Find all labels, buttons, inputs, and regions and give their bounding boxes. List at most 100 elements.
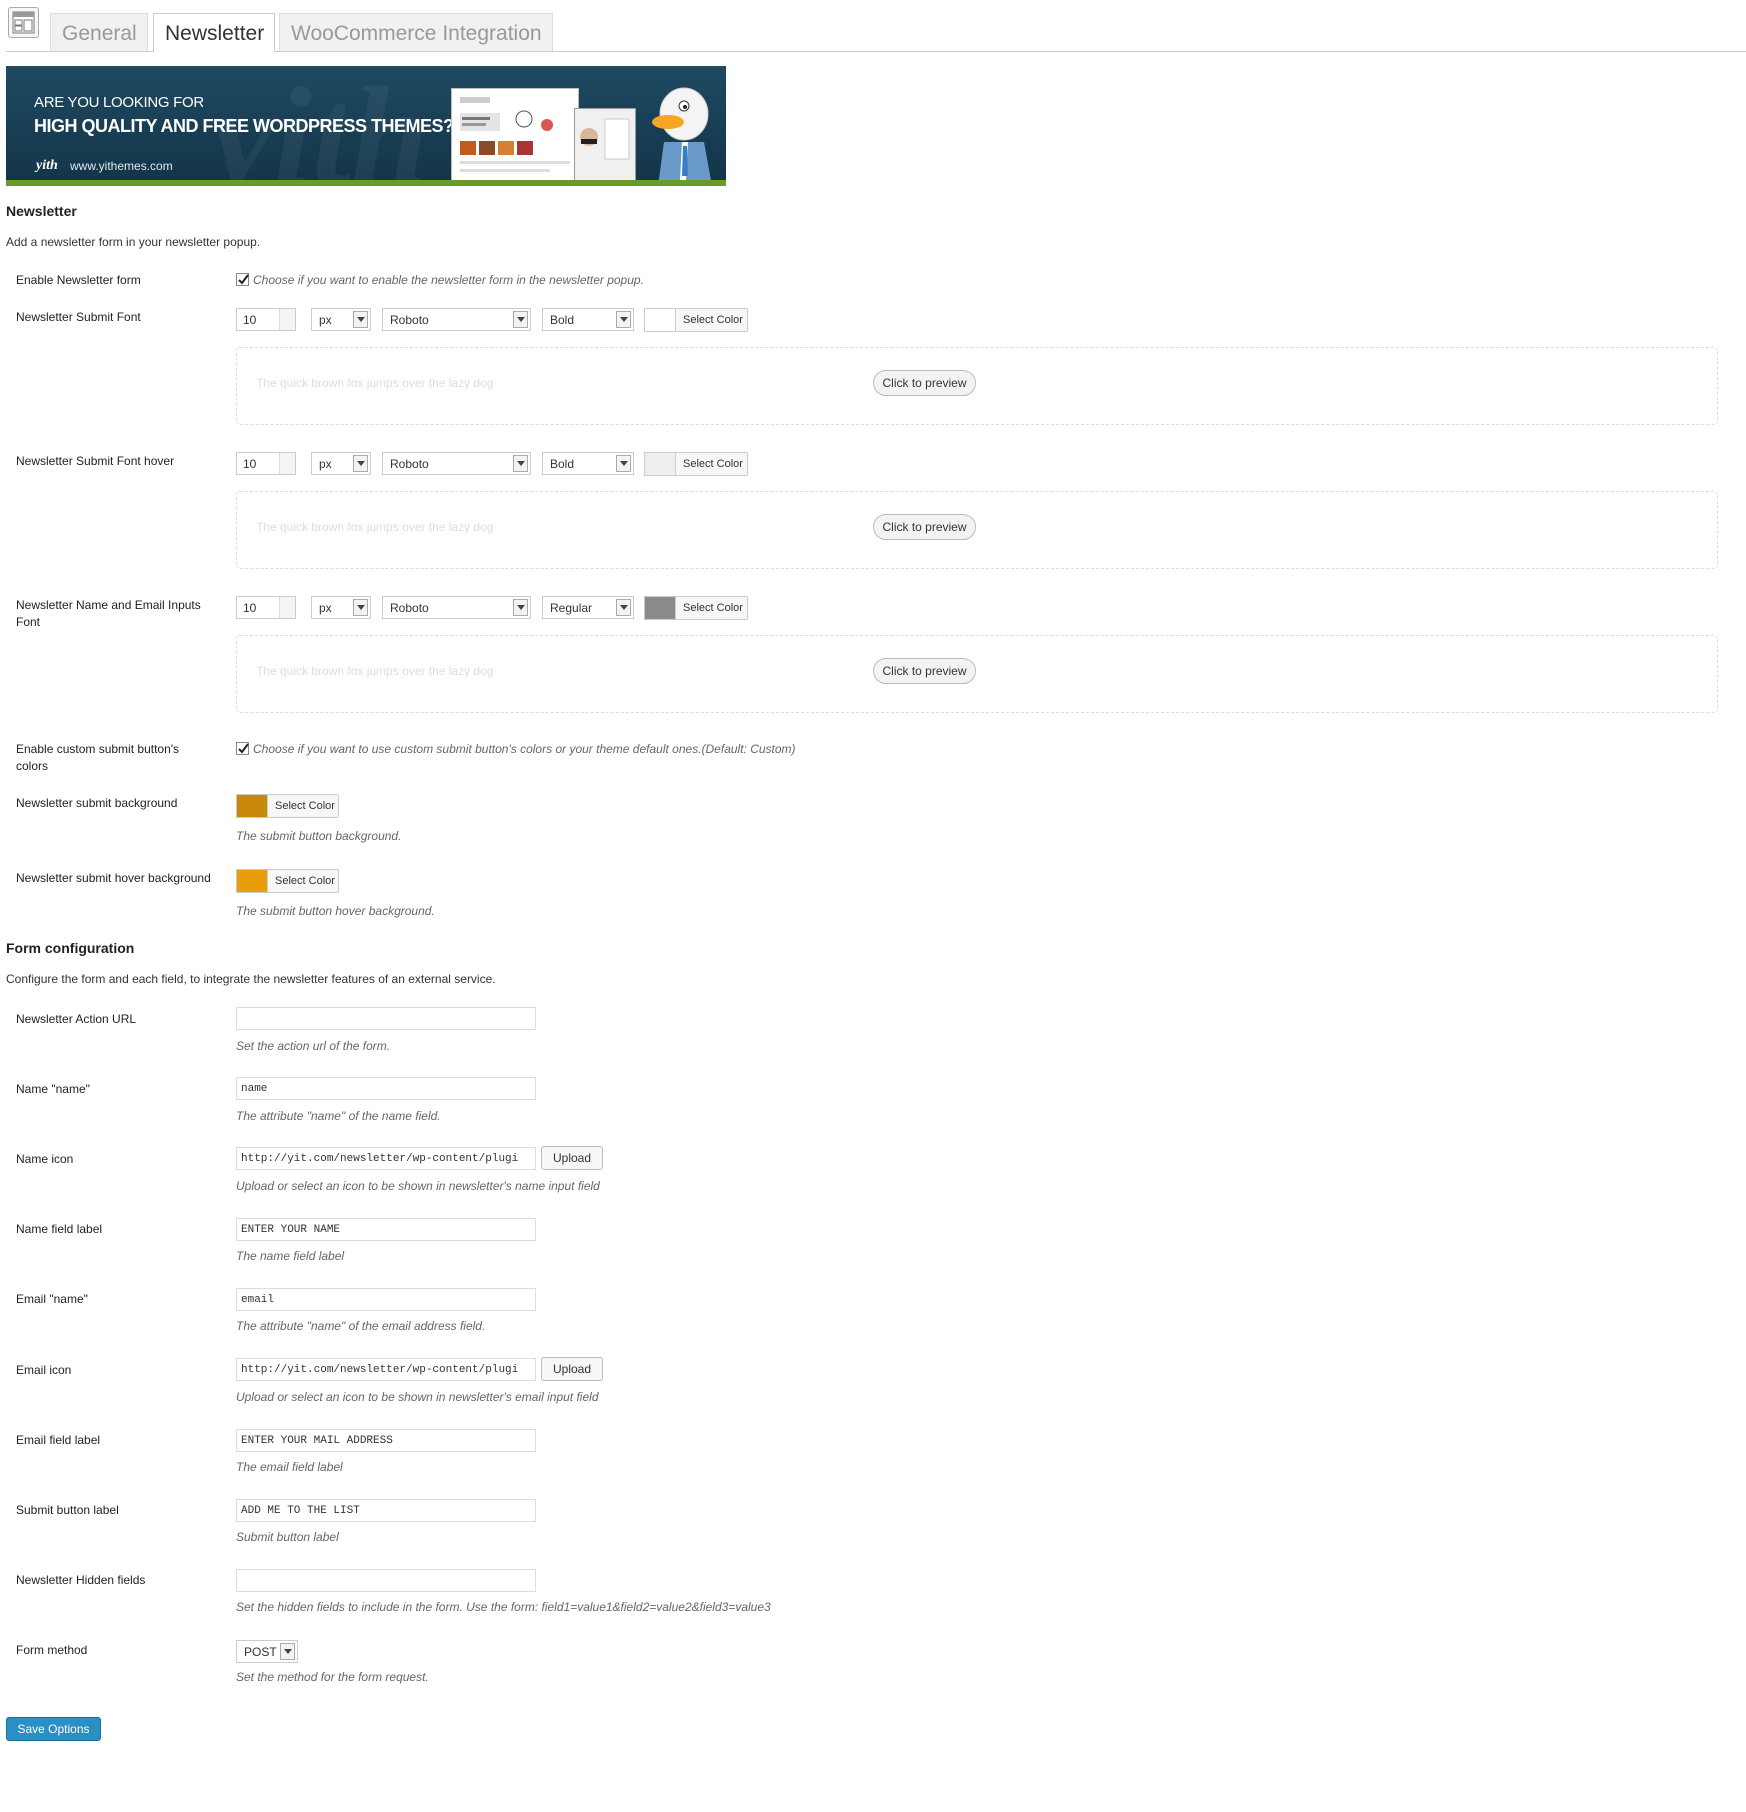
section-description: Add a newsletter form in your newsletter…	[6, 235, 261, 249]
font-unit-select[interactable]: px	[311, 596, 371, 619]
preview-text: The quick brown fox jumps over the lazy …	[256, 376, 494, 390]
yithemes-banner[interactable]: yith ARE YOU LOOKING FOR HIGH QUALITY AN…	[6, 66, 726, 186]
select-color-button[interactable]: Select Color	[236, 869, 339, 893]
chevron-down-icon	[616, 599, 631, 616]
button-label: Select Color	[683, 602, 743, 614]
font-style-select[interactable]: Regular	[542, 596, 634, 619]
click-to-preview-button[interactable]: Click to preview	[873, 370, 976, 396]
name-attribute-input[interactable]: name	[236, 1077, 536, 1100]
section-description: Configure the form and each field, to in…	[6, 972, 496, 986]
upload-button[interactable]: Upload	[541, 1146, 603, 1170]
field-hint: The attribute "name" of the email addres…	[236, 1319, 486, 1333]
spinner-arrows-icon[interactable]	[279, 453, 295, 474]
email-attribute-input[interactable]: email	[236, 1288, 536, 1311]
chevron-down-icon	[280, 1643, 295, 1660]
select-color-button[interactable]: Select Color	[644, 452, 748, 476]
select-color-button[interactable]: Select Color	[644, 596, 748, 620]
email-field-label-input[interactable]: ENTER YOUR MAIL ADDRESS	[236, 1429, 536, 1452]
select-color-button[interactable]: Select Color	[644, 308, 748, 332]
field-label: Email field label	[16, 1433, 101, 1447]
submit-button-label-input[interactable]: ADD ME TO THE LIST	[236, 1499, 536, 1522]
font-family-select[interactable]: Roboto	[382, 308, 531, 331]
theme-screenshot-image	[451, 88, 579, 186]
button-label: Select Color	[683, 458, 743, 470]
chevron-down-icon	[513, 455, 528, 472]
chevron-down-icon	[353, 455, 368, 472]
field-label: Newsletter Hidden fields	[16, 1573, 146, 1587]
field-label: Enable custom submit button's colors	[16, 742, 180, 773]
hidden-fields-input[interactable]	[236, 1569, 536, 1592]
field-label: Newsletter Submit Font hover	[16, 454, 175, 468]
field-label: Submit button label	[16, 1503, 119, 1517]
chevron-down-icon	[616, 311, 631, 328]
name-field-label-input[interactable]: ENTER YOUR NAME	[236, 1218, 536, 1241]
field-label: Enable Newsletter form	[16, 273, 141, 287]
font-preview-box: The quick brown fox jumps over the lazy …	[236, 491, 1718, 569]
field-label: Name "name"	[16, 1082, 90, 1096]
color-swatch	[644, 596, 676, 620]
banner-line-2: HIGH QUALITY AND FREE WORDPRESS THEMES?	[34, 116, 454, 136]
chevron-down-icon	[513, 311, 528, 328]
field-label: Newsletter submit hover background	[16, 871, 211, 885]
field-hint: Choose if you want to enable the newslet…	[253, 273, 644, 287]
font-size-stepper[interactable]: 10	[236, 452, 296, 475]
field-hint: Set the hidden fields to include in the …	[236, 1600, 771, 1614]
field-hint: Choose if you want to use custom submit …	[253, 742, 796, 756]
chevron-down-icon	[616, 455, 631, 472]
field-label: Newsletter Action URL	[16, 1012, 137, 1026]
field-hint: Set the action url of the form.	[236, 1039, 391, 1053]
field-label: Newsletter Name and Email Inputs Font	[16, 598, 201, 629]
chevron-down-icon	[353, 599, 368, 616]
font-size-value: 10	[243, 601, 257, 615]
button-label: Select Color	[275, 875, 335, 887]
tab-general[interactable]: General	[50, 13, 148, 51]
font-family-select[interactable]: Roboto	[382, 452, 531, 475]
field-hint: The attribute "name" of the name field.	[236, 1109, 441, 1123]
select-value: Bold	[550, 457, 575, 471]
spinner-arrows-icon[interactable]	[279, 597, 295, 618]
chevron-down-icon	[353, 311, 368, 328]
font-unit-select[interactable]: px	[311, 452, 371, 475]
field-label: Name field label	[16, 1222, 103, 1236]
save-options-button[interactable]: Save Options	[6, 1717, 101, 1741]
select-color-button[interactable]: Select Color	[236, 794, 339, 818]
font-family-select[interactable]: Roboto	[382, 596, 531, 619]
form-method-select[interactable]: POST	[236, 1640, 298, 1663]
field-hint: The name field label	[236, 1249, 345, 1263]
color-swatch	[644, 308, 676, 332]
field-label: Email icon	[16, 1363, 72, 1377]
select-value: POST	[244, 1645, 277, 1659]
newsletter-action-url-input[interactable]	[236, 1007, 536, 1030]
email-icon-url-input[interactable]: http://yit.com/newsletter/wp-content/plu…	[236, 1358, 536, 1381]
button-label: Select Color	[275, 800, 335, 812]
spinner-arrows-icon[interactable]	[279, 309, 295, 330]
font-size-value: 10	[243, 457, 257, 471]
font-size-stepper[interactable]: 10	[236, 596, 296, 619]
select-value: px	[319, 313, 332, 327]
font-style-select[interactable]: Bold	[542, 308, 634, 331]
field-label: Email "name"	[16, 1292, 88, 1306]
field-hint: Upload or select an icon to be shown in …	[236, 1179, 600, 1193]
click-to-preview-button[interactable]: Click to preview	[873, 658, 976, 684]
select-value: Roboto	[390, 601, 429, 615]
banner-url: www.yithemes.com	[70, 159, 173, 173]
color-swatch	[236, 869, 268, 893]
font-unit-select[interactable]: px	[311, 308, 371, 331]
name-icon-url-input[interactable]: http://yit.com/newsletter/wp-content/plu…	[236, 1147, 536, 1170]
tab-newsletter[interactable]: Newsletter	[153, 13, 276, 52]
select-value: px	[319, 601, 332, 615]
enable-newsletter-checkbox[interactable]	[236, 273, 249, 286]
field-hint: The email field label	[236, 1460, 343, 1474]
upload-button[interactable]: Upload	[541, 1357, 603, 1381]
field-label: Form method	[16, 1643, 88, 1657]
color-swatch	[236, 794, 268, 818]
field-label: Name icon	[16, 1152, 74, 1166]
custom-submit-colors-checkbox[interactable]	[236, 742, 249, 755]
tab-woocommerce-integration[interactable]: WooCommerce Integration	[279, 13, 553, 51]
font-size-stepper[interactable]: 10	[236, 308, 296, 331]
font-style-select[interactable]: Bold	[542, 452, 634, 475]
banner-line-1: ARE YOU LOOKING FOR	[34, 94, 204, 111]
click-to-preview-button[interactable]: Click to preview	[873, 514, 976, 540]
chevron-down-icon	[513, 599, 528, 616]
field-label: Newsletter Submit Font	[16, 310, 141, 324]
